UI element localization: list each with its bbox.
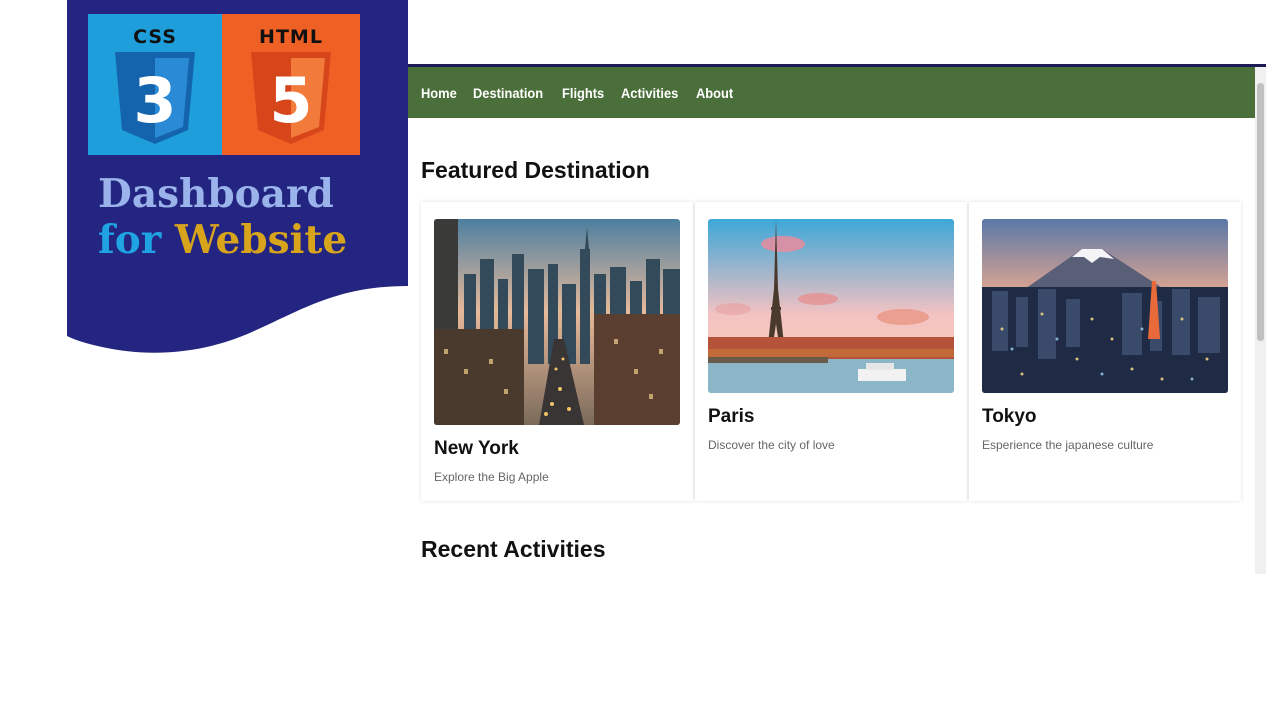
thumbnail-banner: CSS 3 HTML 5 Dashboard for Website [67,0,408,360]
destination-card-paris[interactable]: Paris Discover the city of love [695,202,967,501]
css-logo-number: 3 [133,64,176,137]
card-description: Discover the city of love [708,438,835,452]
new-york-image [434,219,680,425]
nav-destination[interactable]: Destination [473,85,543,101]
destination-card-new-york[interactable]: New York Explore the Big Apple [421,202,693,501]
html-shield-icon: 5 [251,52,331,144]
card-description: Esperience the japanese culture [982,438,1154,452]
tokyo-image [982,219,1228,393]
paris-image [708,219,954,393]
destination-card-tokyo[interactable]: Tokyo Esperience the japanese culture [969,202,1241,501]
scrollbar-thumb[interactable] [1257,83,1264,341]
nav-flights[interactable]: Flights [562,85,604,101]
website-view: Home Destination Flights Activities Abou… [408,64,1266,574]
css-shield-icon: 3 [115,52,195,144]
navbar: Home Destination Flights Activities Abou… [408,67,1255,118]
card-title: Paris [708,406,755,427]
headline-for-website: for Website [98,221,347,260]
nav-about[interactable]: About [696,85,733,101]
headline-dashboard: Dashboard [98,171,334,217]
headline-website: Website [174,217,348,263]
card-description: Explore the Big Apple [434,470,549,484]
vertical-scrollbar[interactable] [1255,67,1266,574]
css3-logo: CSS 3 [88,14,222,155]
recent-activities-heading: Recent Activities [421,536,606,562]
css-logo-label: CSS [133,26,177,48]
card-title: Tokyo [982,406,1037,427]
nav-activities[interactable]: Activities [621,85,678,101]
card-title: New York [434,438,519,459]
nav-home[interactable]: Home [421,85,457,101]
html5-logo: HTML 5 [222,14,360,155]
headline-for: for [98,217,175,263]
html-logo-number: 5 [269,64,312,137]
featured-destination-heading: Featured Destination [421,157,650,183]
html-logo-label: HTML [259,26,323,48]
